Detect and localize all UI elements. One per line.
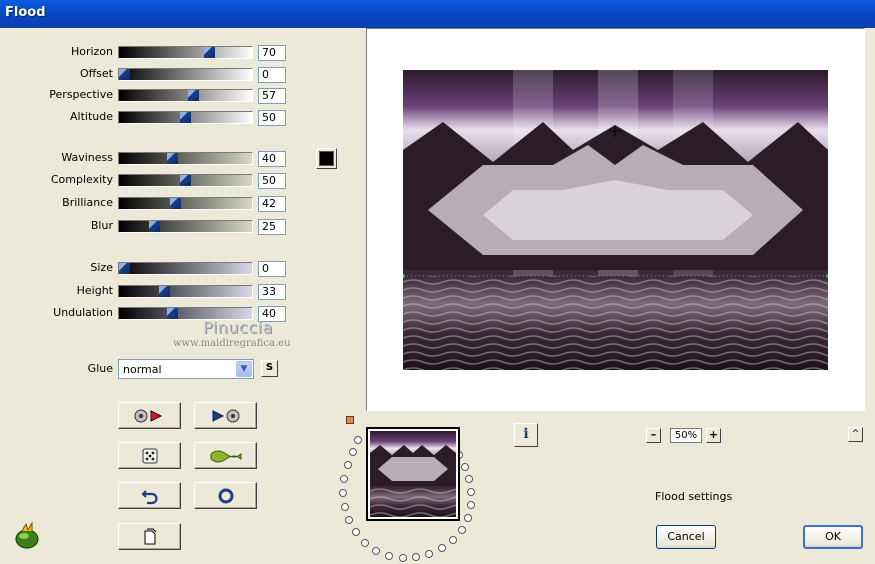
copy-button[interactable] <box>118 523 181 550</box>
complexity-slider[interactable] <box>118 174 253 187</box>
chevron-down-icon[interactable]: ▼ <box>236 361 252 377</box>
perspective-label: Perspective <box>49 88 113 101</box>
zoom-in-button[interactable]: + <box>706 428 721 443</box>
offset-label: Offset <box>79 67 113 80</box>
reset-preview-button[interactable] <box>118 402 181 429</box>
info-button[interactable]: i <box>514 423 538 447</box>
chevron-up-icon: ^ <box>851 429 860 439</box>
height-slider[interactable] <box>118 285 253 298</box>
blur-value-field[interactable]: 25 <box>258 219 286 235</box>
altitude-slider-thumb[interactable] <box>180 112 191 123</box>
wave-icon <box>210 450 241 462</box>
reset-button[interactable] <box>194 482 257 509</box>
minus-icon: – <box>650 428 657 441</box>
randomize-button[interactable] <box>118 442 181 469</box>
size-slider-thumb[interactable] <box>119 263 130 274</box>
undulation-slider-thumb[interactable] <box>167 308 178 319</box>
reset-arrow-icon <box>134 409 162 422</box>
zoom-value: 50% <box>670 428 702 443</box>
zoom-out-button[interactable]: – <box>646 428 661 443</box>
plus-icon: + <box>708 428 719 441</box>
size-value-field[interactable]: 0 <box>258 261 286 277</box>
altitude-value-field[interactable]: 50 <box>258 110 286 126</box>
size-label: Size <box>90 261 113 274</box>
collapse-button[interactable]: ^ <box>848 427 863 442</box>
altitude-slider[interactable] <box>118 111 253 124</box>
blur-slider[interactable] <box>118 220 253 233</box>
info-icon: i <box>523 426 529 442</box>
complexity-value-field[interactable]: 50 <box>258 173 286 189</box>
ok-button[interactable]: OK <box>803 525 863 549</box>
navigator-thumbnail[interactable] <box>366 427 460 521</box>
perspective-value-field[interactable]: 57 <box>258 88 286 104</box>
brilliance-value-field[interactable]: 42 <box>258 196 286 212</box>
horizon-label: Horizon <box>70 45 113 58</box>
horizon-value-field[interactable]: 70 <box>258 45 286 61</box>
altitude-label: Altitude <box>70 110 113 123</box>
preview-panel[interactable] <box>366 28 865 411</box>
watermark-url: www.maidiregrafica.eu <box>173 338 291 349</box>
blur-label: Blur <box>90 219 113 232</box>
watermark-name: Pinuccia <box>203 318 273 337</box>
play-arrow-icon <box>212 409 239 422</box>
blur-slider-thumb[interactable] <box>149 221 160 232</box>
brilliance-label: Brilliance <box>62 196 113 209</box>
undulation-label: Undulation <box>53 306 113 319</box>
dice-icon <box>142 448 157 463</box>
horizon-slider-thumb[interactable] <box>204 47 215 58</box>
waviness-slider-thumb[interactable] <box>167 153 178 164</box>
window-title: Flood <box>5 5 46 20</box>
glue-select-value: normal <box>123 363 162 376</box>
size-slider[interactable] <box>118 262 253 275</box>
color-swatch[interactable] <box>316 148 337 169</box>
height-slider-thumb[interactable] <box>159 286 170 297</box>
thumbnail-image <box>370 431 456 517</box>
reset-ring-icon <box>218 488 233 503</box>
app-logo-icon <box>15 521 39 549</box>
brilliance-slider[interactable] <box>118 197 253 210</box>
offset-slider-thumb[interactable] <box>119 69 130 80</box>
glue-lock-button[interactable]: S <box>261 360 278 377</box>
perspective-slider[interactable] <box>118 89 253 102</box>
brilliance-slider-thumb[interactable] <box>170 198 181 209</box>
height-label: Height <box>76 284 113 297</box>
height-value-field[interactable]: 33 <box>258 284 286 300</box>
waviness-value-field[interactable]: 40 <box>258 151 286 167</box>
glue-lock-label: S <box>265 362 274 373</box>
waviness-slider[interactable] <box>118 152 253 165</box>
glue-select[interactable]: normal ▼ <box>118 359 254 379</box>
undo-button[interactable] <box>118 482 181 509</box>
complexity-label: Complexity <box>50 173 113 186</box>
cancel-button[interactable]: Cancel <box>656 525 716 549</box>
perspective-slider-thumb[interactable] <box>188 90 199 101</box>
play-preview-button[interactable] <box>194 402 257 429</box>
waviness-label: Waviness <box>61 151 113 164</box>
offset-value-field[interactable]: 0 <box>258 67 286 83</box>
wave-button[interactable] <box>194 442 257 469</box>
offset-slider[interactable] <box>118 68 253 81</box>
title-bar: Flood <box>0 0 875 28</box>
complexity-slider-thumb[interactable] <box>180 175 191 186</box>
undo-icon <box>140 489 158 504</box>
copy-page-icon <box>144 528 156 544</box>
preview-image <box>403 70 828 370</box>
horizon-slider[interactable] <box>118 46 253 59</box>
status-text: Flood settings <box>655 490 733 503</box>
glue-label: Glue <box>87 362 113 375</box>
